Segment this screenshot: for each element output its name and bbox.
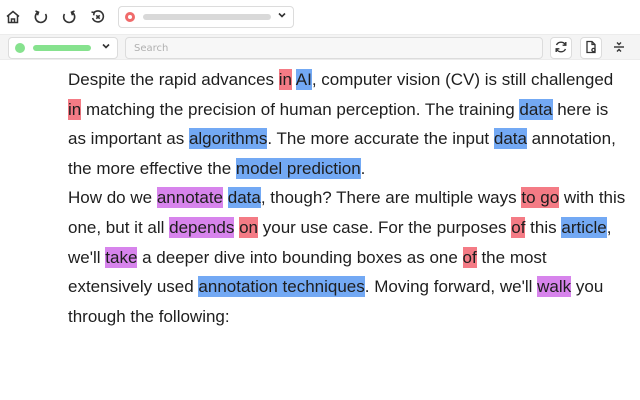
label-select[interactable] [8, 37, 118, 59]
text-segment: , computer vision (CV) is still challeng… [311, 70, 614, 89]
annotated-token[interactable]: data [227, 187, 261, 209]
text-segment: . [360, 158, 366, 178]
annotated-token[interactable]: in [68, 98, 82, 120]
home-icon[interactable] [4, 8, 22, 26]
annotated-token[interactable]: data [519, 98, 553, 120]
document-settings-icon [584, 39, 598, 58]
annotated-token[interactable]: depends [169, 216, 235, 238]
chevron-down-icon [277, 10, 287, 23]
document-settings-button[interactable] [580, 37, 602, 59]
label-placeholder-bar [33, 45, 91, 51]
text-segment: matching the precision of human percepti… [81, 99, 520, 119]
annotated-token[interactable]: AI [295, 69, 312, 90]
annotated-token[interactable]: in [278, 69, 292, 90]
redo-icon[interactable] [60, 8, 78, 26]
history-icon[interactable] [89, 8, 107, 26]
refresh-icon [554, 39, 568, 58]
chevron-down-icon [101, 41, 111, 54]
annotated-token[interactable]: walk [537, 276, 572, 298]
annotated-token[interactable]: on [239, 216, 259, 238]
annotated-token[interactable]: of [511, 216, 526, 238]
text-segment: a deeper dive into bounding boxes as one [137, 247, 463, 267]
status-placeholder-bar [143, 14, 271, 20]
annotated-token[interactable]: model prediction [235, 157, 361, 179]
search-input[interactable] [125, 37, 543, 59]
text-segment: Despite the rapid advances [68, 70, 279, 89]
annotated-token[interactable]: to go [521, 187, 560, 209]
undo-icon[interactable] [32, 8, 50, 26]
annotated-token[interactable]: algorithms [188, 128, 268, 150]
status-dot [125, 12, 135, 22]
text-segment: your use case. For the purposes [258, 217, 512, 237]
collapse-button[interactable] [608, 37, 630, 59]
text-segment: . Moving forward, we'll [364, 277, 538, 297]
annotated-token[interactable]: article [561, 216, 607, 238]
collapse-icon [612, 39, 626, 58]
text-segment: . The more accurate the input [267, 129, 494, 149]
text-segment: , though? There are multiple ways [260, 188, 522, 208]
status-select[interactable] [118, 6, 294, 28]
label-dot [15, 43, 25, 53]
annotated-token[interactable]: data [493, 128, 527, 150]
secondary-toolbar [0, 34, 640, 60]
annotated-token[interactable]: annotation techniques [198, 276, 365, 298]
annotation-text-area: Despite the rapid advances in AI, comput… [68, 65, 628, 331]
text-segment: How do we [68, 188, 157, 208]
refresh-button[interactable] [550, 37, 572, 59]
annotated-token[interactable]: take [105, 246, 138, 268]
text-segment: this [525, 217, 562, 237]
annotated-token[interactable]: annotate [156, 187, 224, 209]
annotated-token[interactable]: of [462, 246, 477, 268]
top-toolbar [0, 0, 640, 34]
